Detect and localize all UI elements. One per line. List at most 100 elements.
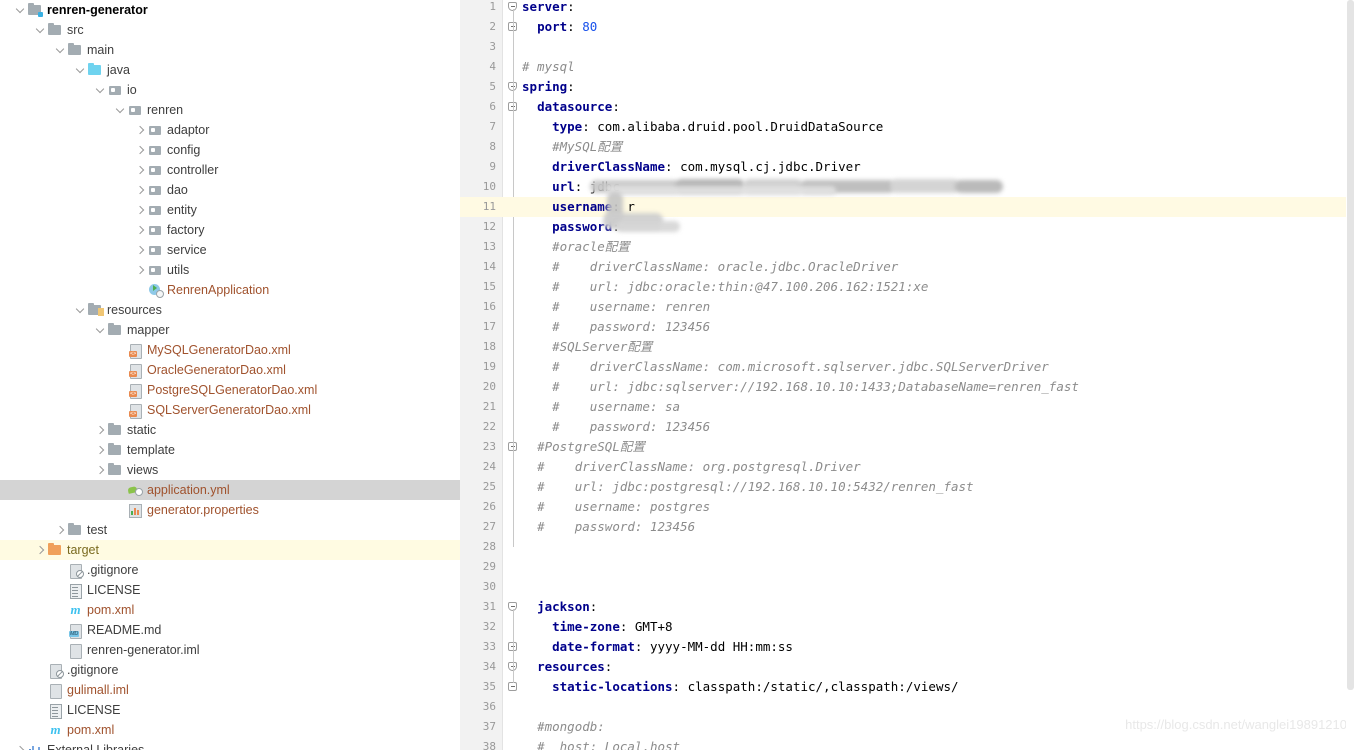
editor-line-16[interactable]: 16 # username: renren [460,297,1355,317]
line-content[interactable]: static-locations: classpath:/static/,cla… [522,677,958,697]
line-content[interactable]: port: 80 [522,17,597,37]
line-content[interactable]: jackson: [522,597,597,617]
chevron-right-icon[interactable] [94,420,107,440]
tree-item-application-yml[interactable]: application.yml [0,480,460,500]
chevron-right-icon[interactable] [54,520,67,540]
chevron-right-icon[interactable] [134,220,147,240]
tree-item-renren[interactable]: renren [0,100,460,120]
editor-line-1[interactable]: 1 server: [460,0,1355,17]
tree-item-mapper[interactable]: mapper [0,320,460,340]
editor-line-4[interactable]: 4 # mysql [460,57,1355,77]
chevron-down-icon[interactable] [34,20,47,40]
editor-line-20[interactable]: 20 # url: jdbc:sqlserver://192.168.10.10… [460,377,1355,397]
editor-line-32[interactable]: 32 time-zone: GMT+8 [460,617,1355,637]
chevron-down-icon[interactable] [74,60,87,80]
line-content[interactable]: server: [522,0,575,17]
tree-item-renren-generator-iml[interactable]: renren-generator.iml [0,640,460,660]
line-content[interactable]: # url: jdbc:oracle:thin:@47.100.206.162:… [522,277,928,297]
chevron-right-icon[interactable] [14,740,27,750]
chevron-down-icon[interactable] [14,0,27,20]
chevron-down-icon[interactable] [94,320,107,340]
tree-item-adaptor[interactable]: adaptor [0,120,460,140]
editor-line-33[interactable]: 33 date-format: yyyy-MM-dd HH:mm:ss [460,637,1355,657]
tree-item-test[interactable]: test [0,520,460,540]
tree-item-generator-properties[interactable]: generator.properties [0,500,460,520]
tree-item-config[interactable]: config [0,140,460,160]
tree-item-renren-generator[interactable]: renren-generator [0,0,460,20]
editor-line-8[interactable]: 8 #MySQL配置 [460,137,1355,157]
line-content[interactable]: # driverClassName: com.microsoft.sqlserv… [522,357,1049,377]
editor-line-6[interactable]: 6 datasource: [460,97,1355,117]
tree-item-utils[interactable]: utils [0,260,460,280]
editor-line-27[interactable]: 27 # password: 123456 [460,517,1355,537]
editor-line-12[interactable]: 12 password: [460,217,1355,237]
line-content[interactable]: # driverClassName: org.postgresql.Driver [522,457,861,477]
chevron-right-icon[interactable] [134,180,147,200]
tree-item-pom-xml[interactable]: m pom.xml [0,600,460,620]
editor-line-18[interactable]: 18 #SQLServer配置 [460,337,1355,357]
tree-item-src[interactable]: src [0,20,460,40]
editor-vertical-scrollbar[interactable] [1346,0,1355,750]
line-content[interactable]: resources: [522,657,612,677]
tree-item-mysqlgeneratordao-xml[interactable]: <> MySQLGeneratorDao.xml [0,340,460,360]
editor-line-28[interactable]: 28 [460,537,1355,557]
tree-item-views[interactable]: views [0,460,460,480]
line-content[interactable]: #oracle配置 [522,237,630,257]
tree-item-service[interactable]: service [0,240,460,260]
editor-line-35[interactable]: 35 static-locations: classpath:/static/,… [460,677,1355,697]
chevron-right-icon[interactable] [134,140,147,160]
line-content[interactable]: #SQLServer配置 [522,337,652,357]
tree-item-pom-xml[interactable]: m pom.xml [0,720,460,740]
editor-line-31[interactable]: 31 jackson: [460,597,1355,617]
editor-line-7[interactable]: 7 type: com.alibaba.druid.pool.DruidData… [460,117,1355,137]
tree-item-gitignore[interactable]: .gitignore [0,660,460,680]
tree-item-template[interactable]: template [0,440,460,460]
line-content[interactable]: #MySQL配置 [522,137,622,157]
editor-line-24[interactable]: 24 # driverClassName: org.postgresql.Dri… [460,457,1355,477]
chevron-down-icon[interactable] [94,80,107,100]
chevron-right-icon[interactable] [134,260,147,280]
chevron-right-icon[interactable] [134,160,147,180]
chevron-right-icon[interactable] [94,460,107,480]
tree-item-postgresqlgeneratordao-xml[interactable]: <> PostgreSQLGeneratorDao.xml [0,380,460,400]
editor-line-17[interactable]: 17 # password: 123456 [460,317,1355,337]
tree-item-license[interactable]: LICENSE [0,700,460,720]
chevron-right-icon[interactable] [134,240,147,260]
tree-item-factory[interactable]: factory [0,220,460,240]
tree-item-controller[interactable]: controller [0,160,460,180]
tree-item-renrenapplication[interactable]: RenrenApplication [0,280,460,300]
editor-line-21[interactable]: 21 # username: sa [460,397,1355,417]
tree-item-java[interactable]: java [0,60,460,80]
line-content[interactable]: # password: 123456 [522,417,710,437]
chevron-down-icon[interactable] [54,40,67,60]
editor-line-23[interactable]: 23 #PostgreSQL配置 [460,437,1355,457]
editor-line-30[interactable]: 30 [460,577,1355,597]
editor-line-34[interactable]: 34 resources: [460,657,1355,677]
tree-item-gulimall-iml[interactable]: gulimall.iml [0,680,460,700]
tree-item-target[interactable]: target [0,540,460,560]
chevron-right-icon[interactable] [134,120,147,140]
editor-line-19[interactable]: 19 # driverClassName: com.microsoft.sqls… [460,357,1355,377]
editor-line-38[interactable]: 38 # host: Local.host [460,737,1355,750]
editor-line-13[interactable]: 13 #oracle配置 [460,237,1355,257]
line-content[interactable]: # password: 123456 [522,317,710,337]
editor-line-9[interactable]: 9 driverClassName: com.mysql.cj.jdbc.Dri… [460,157,1355,177]
editor-line-22[interactable]: 22 # password: 123456 [460,417,1355,437]
line-content[interactable]: # username: sa [522,397,680,417]
line-content[interactable]: # host: Local.host [522,737,680,750]
tree-item-license[interactable]: LICENSE [0,580,460,600]
line-content[interactable]: # mysql [522,57,575,77]
tree-item-main[interactable]: main [0,40,460,60]
tree-item-readme-md[interactable]: MD README.md [0,620,460,640]
tree-item-entity[interactable]: entity [0,200,460,220]
line-content[interactable]: #mongodb: [522,717,605,737]
line-content[interactable]: # url: jdbc:sqlserver://192.168.10.10:14… [522,377,1079,397]
line-content[interactable]: time-zone: GMT+8 [522,617,672,637]
tree-item-io[interactable]: io [0,80,460,100]
editor-line-11[interactable]: 11 username: r [460,197,1355,217]
tree-item-sqlservergeneratordao-xml[interactable]: <> SQLServerGeneratorDao.xml [0,400,460,420]
editor-line-29[interactable]: 29 [460,557,1355,577]
line-content[interactable]: # password: 123456 [522,517,695,537]
scrollbar-thumb[interactable] [1347,0,1354,690]
tree-item-external-libraries[interactable]: External Libraries [0,740,460,750]
